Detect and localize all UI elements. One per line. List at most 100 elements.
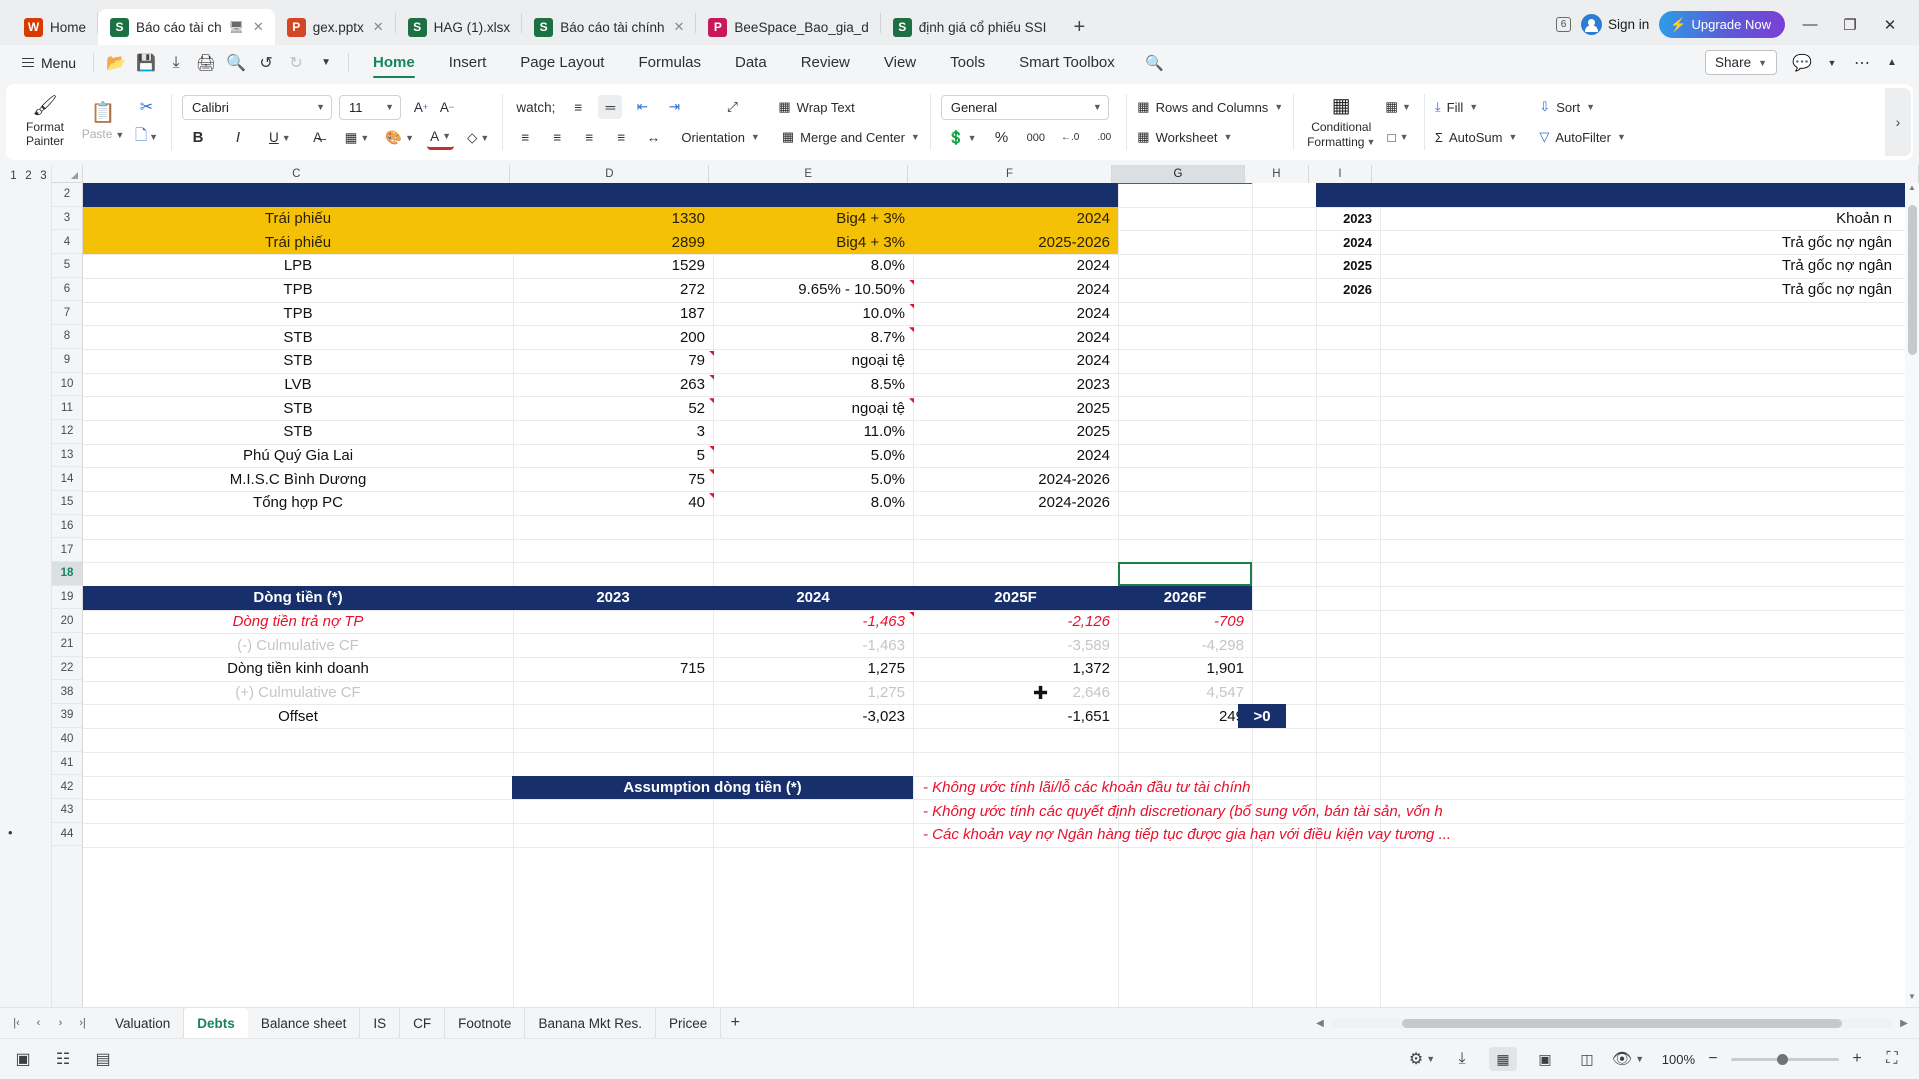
row-header-22[interactable]: 22	[52, 656, 82, 681]
cashflow-2026-38[interactable]: 4,547	[1118, 681, 1252, 705]
sheet-tab-balance-sheet[interactable]: Balance sheet	[248, 1007, 361, 1039]
cell-C4[interactable]: Trái phiếu	[83, 230, 513, 255]
outline-level-2[interactable]: 2	[21, 170, 36, 182]
cell-F10[interactable]: 2023	[913, 373, 1118, 397]
sign-in-button[interactable]: Sign in	[1581, 14, 1649, 35]
new-tab-button[interactable]: +	[1063, 11, 1095, 43]
prev-sheet-button[interactable]: ‹	[28, 1012, 49, 1034]
cell-C9[interactable]: STB	[83, 349, 513, 373]
fullscreen-icon[interactable]: ⛶	[1879, 1047, 1905, 1071]
normal-view-button[interactable]: ▦	[1489, 1047, 1517, 1071]
page-break-view-button[interactable]: ▣	[1531, 1047, 1559, 1071]
column-header-f[interactable]: F	[908, 165, 1112, 183]
cashflow-2023-20[interactable]	[513, 610, 713, 634]
last-sheet-button[interactable]: ›|	[72, 1012, 93, 1034]
redo-icon[interactable]: ↻	[281, 50, 311, 76]
cashflow-2025-21[interactable]: -3,589	[913, 633, 1118, 657]
assumption-header[interactable]: Assumption dòng tiền (*)	[512, 775, 913, 800]
cashflow-2026-22[interactable]: 1,901	[1118, 657, 1252, 681]
outline-level-3[interactable]: 3	[36, 170, 51, 182]
cell-C13[interactable]: Phú Quý Gia Lai	[83, 444, 513, 468]
cell-C15[interactable]: Tổng hợp PC	[83, 491, 513, 515]
align-bottom-icon[interactable]: ═	[598, 95, 623, 119]
horizontal-scroll-thumb[interactable]	[1402, 1018, 1842, 1028]
cell-E3[interactable]: Big4 + 3%	[713, 206, 913, 231]
zoom-slider-track[interactable]	[1731, 1053, 1839, 1065]
conditional-formatting-button[interactable]: ▦ Conditional Formatting ▼	[1304, 95, 1378, 150]
collapse-ribbon-icon[interactable]: ▲	[1877, 50, 1907, 76]
underline-button[interactable]: U ▼	[266, 126, 294, 150]
cashflow-header-2023[interactable]: 2023	[513, 585, 713, 610]
cashflow-2026-20[interactable]: -709	[1118, 610, 1252, 634]
cell-E14[interactable]: 5.0%	[713, 467, 913, 491]
cell-F12[interactable]: 2025	[913, 420, 1118, 444]
percent-style-button[interactable]: %	[990, 126, 1014, 150]
cell-C10[interactable]: LVB	[83, 373, 513, 397]
cashflow-2023-21[interactable]	[513, 633, 713, 657]
comment-icon[interactable]: 💬	[1787, 50, 1817, 76]
column-header-d[interactable]: D	[510, 165, 710, 183]
cell-right-label-2[interactable]: Trả gốc nợ ngân	[1380, 254, 1900, 278]
clear-format-button[interactable]: ◇ ▼	[464, 126, 492, 150]
row-header-14[interactable]: 14	[52, 467, 82, 491]
sheet-tab-valuation[interactable]: Valuation	[102, 1007, 185, 1039]
row-header-5[interactable]: 5	[52, 254, 82, 278]
cashflow-label-22[interactable]: Dòng tiền kinh doanh	[83, 657, 513, 681]
copy-icon[interactable]: 🗋 ▼	[132, 125, 161, 149]
assumption-note-1[interactable]: - Không ước tính các quyết định discreti…	[915, 799, 1915, 823]
cell-F9[interactable]: 2024	[913, 349, 1118, 373]
vertical-scroll-thumb[interactable]	[1908, 205, 1917, 355]
increase-font-size-button[interactable]: A +	[409, 95, 433, 119]
tab-insert[interactable]: Insert	[432, 45, 504, 80]
rows-columns-button[interactable]: ▦ Rows and Columns ▼	[1137, 95, 1283, 119]
cell-D8[interactable]: 200	[513, 325, 713, 349]
cashflow-2023-39[interactable]	[513, 704, 713, 728]
cell-D7[interactable]: 187	[513, 302, 713, 326]
cell-right-label-3[interactable]: Trả gốc nợ ngân	[1380, 278, 1900, 302]
cell-D12[interactable]: 3	[513, 420, 713, 444]
sheet-tab-is[interactable]: IS	[360, 1007, 401, 1039]
header-band-right-i[interactable]	[1316, 183, 1346, 207]
doc-tab-gex-pptx[interactable]: P gex.pptx ✕	[275, 9, 395, 45]
column-header-e[interactable]: E	[709, 165, 909, 183]
cell-year-2025[interactable]: 2025	[1316, 254, 1380, 278]
cashflow-2024-21[interactable]: -1,463	[713, 633, 913, 657]
autofilter-button[interactable]: ▽ AutoFilter ▼	[1539, 125, 1626, 149]
justify-icon[interactable]: ≡	[609, 125, 633, 149]
cashflow-label-39[interactable]: Offset	[83, 704, 513, 728]
zoom-slider-knob[interactable]	[1777, 1053, 1788, 1065]
decrease-decimal-button[interactable]: .00	[1092, 126, 1116, 150]
cell-C8[interactable]: STB	[83, 325, 513, 349]
row-header-19[interactable]: 19	[52, 585, 82, 610]
outline-level-1[interactable]: 1	[6, 170, 21, 182]
cashflow-label-20[interactable]: Dòng tiền trả nợ TP	[83, 610, 513, 634]
borders-button[interactable]: ▦ ▼	[342, 126, 373, 150]
format-as-table-icon[interactable]: ▦ ▼	[1382, 95, 1414, 119]
row-header-15[interactable]: 15	[52, 490, 82, 515]
cashflow-2026-21[interactable]: -4,298	[1118, 633, 1252, 657]
readonly-icon[interactable]: ▤	[90, 1047, 116, 1071]
sheet-tab-pricee[interactable]: Pricee	[656, 1007, 722, 1039]
cell-E13[interactable]: 5.0%	[713, 444, 913, 468]
print-preview-icon[interactable]: 🔍	[221, 50, 251, 76]
cell-F6[interactable]: 2024	[913, 278, 1118, 302]
cashflow-2024-39[interactable]: -3,023	[713, 704, 913, 728]
number-format-select[interactable]: General ▼	[940, 94, 1109, 120]
add-sheet-button[interactable]: +	[721, 1014, 749, 1032]
cell-C6[interactable]: TPB	[83, 278, 513, 302]
active-cell-selection[interactable]	[1118, 562, 1252, 586]
row-header-3[interactable]: 3	[52, 206, 82, 231]
strikethrough-button[interactable]: A̶	[306, 126, 330, 150]
wrap-text-button[interactable]: ▦ Wrap Text	[778, 95, 854, 119]
cell-C11[interactable]: STB	[83, 396, 513, 420]
cell-right-label-1[interactable]: Trả gốc nợ ngân	[1380, 230, 1900, 254]
row-header-7[interactable]: 7	[52, 301, 82, 326]
row-header-20[interactable]: 20	[52, 609, 82, 634]
cell-F13[interactable]: 2024	[913, 444, 1118, 468]
cell-E8[interactable]: 8.7%	[713, 325, 913, 349]
row-header-13[interactable]: 13	[52, 443, 82, 468]
column-header-g[interactable]: G	[1111, 165, 1246, 183]
font-size-select[interactable]: 11 ▼	[338, 94, 401, 120]
tab-page-layout[interactable]: Page Layout	[503, 45, 621, 80]
paste-button[interactable]: 📋 Paste ▼	[74, 102, 132, 142]
